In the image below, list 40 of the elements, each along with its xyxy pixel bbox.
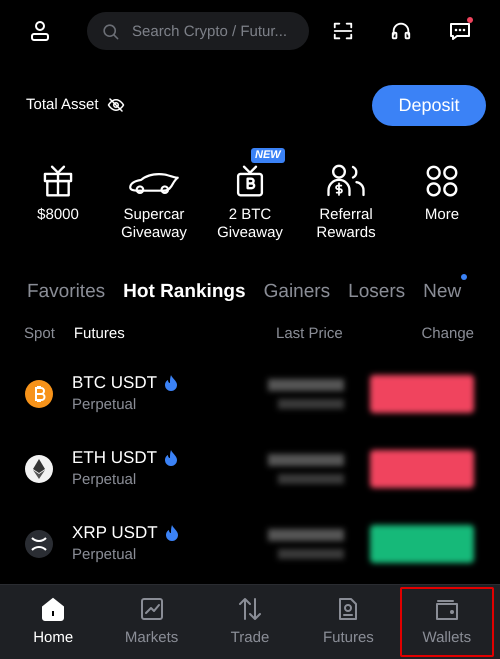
contract-type: Perpetual (72, 470, 138, 490)
total-asset-label: Total Asset (26, 94, 99, 115)
search-icon (101, 22, 120, 41)
ranking-tab[interactable]: Losers (348, 278, 406, 306)
column-header: Change (420, 324, 474, 344)
shortcut-label[interactable]: More (424, 206, 460, 224)
nav-tab[interactable]: Trade (202, 587, 298, 657)
contract-type: Perpetual (72, 394, 138, 414)
nav-tab[interactable]: Home (6, 587, 100, 657)
shortcut-label[interactable]: Rewards (316, 224, 376, 242)
eye-off-icon[interactable] (106, 96, 125, 114)
coin-logo-icon (25, 380, 53, 408)
ranking-tab[interactable]: New (423, 278, 462, 306)
coin-logo-icon (25, 530, 53, 558)
nav-tab[interactable]: Futures (301, 587, 396, 657)
headset-icon[interactable] (390, 20, 412, 42)
shortcut-label[interactable]: 2 BTC (228, 206, 272, 224)
ranking-tab[interactable]: Hot Rankings (123, 278, 246, 306)
contract-type: Perpetual (72, 544, 138, 564)
search-field[interactable]: Search Crypto / Futur... (87, 12, 309, 50)
nav-tab[interactable]: Wallets (400, 587, 494, 657)
pair-name[interactable]: ETH USDT (72, 446, 157, 468)
ranking-tab[interactable]: Favorites (27, 278, 106, 306)
new-badge: NEW (251, 148, 285, 163)
coin-logo-icon (25, 454, 53, 482)
shortcut-label[interactable]: Supercar (124, 206, 184, 224)
pair-name[interactable]: XRP USDT (72, 522, 158, 544)
market-tab[interactable]: Futures (74, 322, 125, 346)
column-header: Last Price (276, 324, 344, 344)
shortcut-label[interactable]: Referral (319, 206, 373, 224)
nav-tab[interactable]: Markets (104, 587, 199, 657)
deposit-button[interactable]: Deposit (372, 84, 486, 126)
shortcut-label[interactable]: Giveaway (121, 224, 187, 242)
profile-icon[interactable] (28, 19, 52, 43)
pair-name[interactable]: BTC USDT (72, 372, 157, 394)
shortcut-label[interactable]: $8000 (37, 206, 79, 224)
ranking-tab[interactable]: Gainers (264, 278, 330, 306)
market-tab[interactable]: Spot (24, 322, 55, 346)
scan-icon[interactable] (332, 20, 354, 42)
shortcut-label[interactable]: Giveaway (217, 224, 283, 242)
